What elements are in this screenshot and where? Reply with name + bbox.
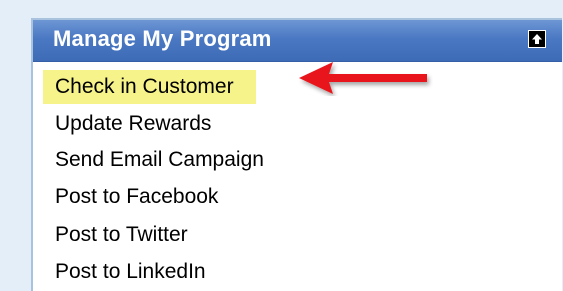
menu-item-label: Update Rewards — [55, 112, 212, 135]
menu-item-update-rewards[interactable]: Update Rewards — [55, 107, 211, 141]
menu-item-label: Post to LinkedIn — [55, 260, 206, 283]
menu-item-label: Send Email Campaign — [55, 148, 264, 171]
menu-item-label: Post to Facebook — [55, 185, 219, 208]
red-arrow-icon — [299, 62, 427, 94]
menu-item-post-to-linkedin[interactable]: Post to LinkedIn — [55, 255, 206, 289]
menu-item-post-to-twitter[interactable]: Post to Twitter — [55, 218, 188, 252]
menu-item-label: Post to Twitter — [55, 223, 188, 246]
arrow-up-box-icon — [532, 34, 542, 44]
collapse-button[interactable] — [528, 30, 546, 48]
menu-item-label: Check in Customer — [55, 75, 234, 98]
menu-item-post-to-facebook[interactable]: Post to Facebook — [55, 180, 218, 214]
menu-item-check-in-customer[interactable]: Check in Customer — [43, 70, 256, 104]
panel-title: Manage My Program — [53, 26, 272, 51]
panel-header: Manage My Program — [33, 20, 562, 62]
menu-item-send-email-campaign[interactable]: Send Email Campaign — [55, 143, 264, 177]
manage-program-panel: Manage My Program Check in Customer Upda… — [31, 18, 562, 291]
page-background: Manage My Program Check in Customer Upda… — [0, 0, 563, 291]
